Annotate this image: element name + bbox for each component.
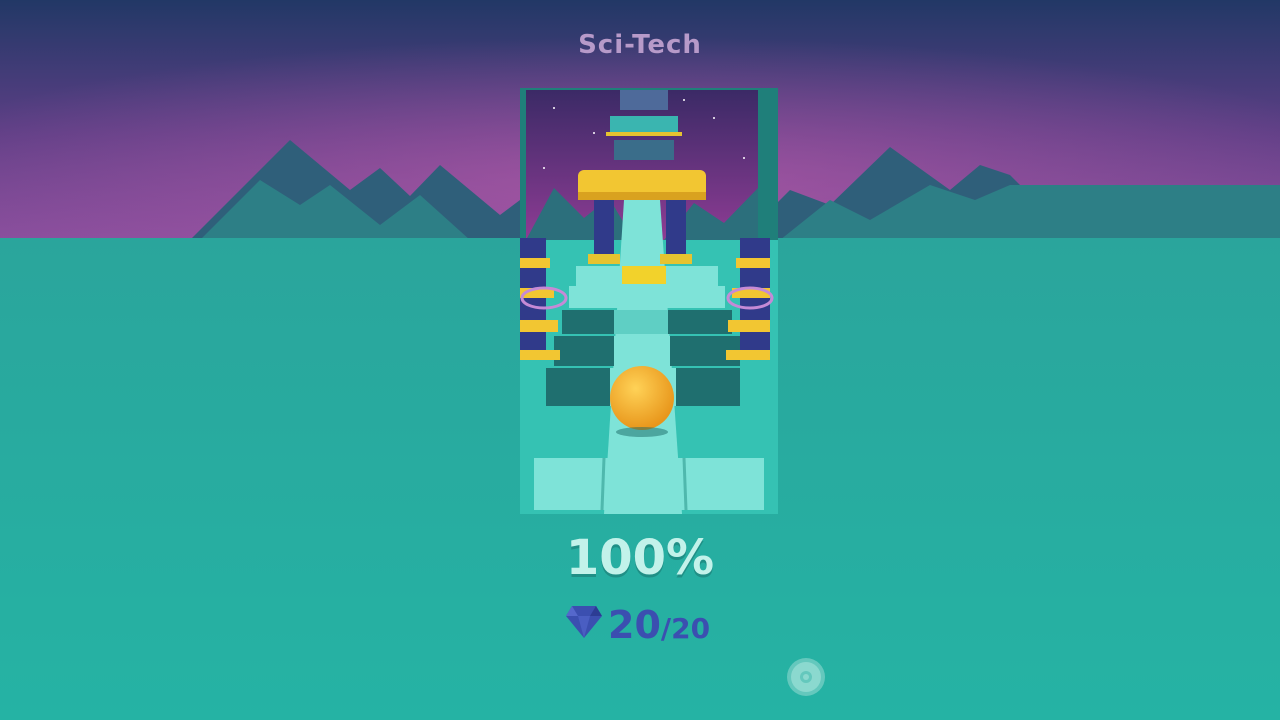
- gems-collected: 20: [608, 603, 661, 647]
- disc-icon[interactable]: [786, 657, 826, 697]
- gems-separator: /: [660, 612, 672, 645]
- progress-percent: 100%: [565, 530, 715, 586]
- gem-counter: 20 / 20: [566, 600, 710, 644]
- level-preview[interactable]: [514, 88, 780, 514]
- diamond-icon: [566, 606, 602, 638]
- level-title: Sci-Tech: [578, 30, 702, 60]
- gems-total: 20: [671, 612, 711, 645]
- ball: [610, 366, 674, 430]
